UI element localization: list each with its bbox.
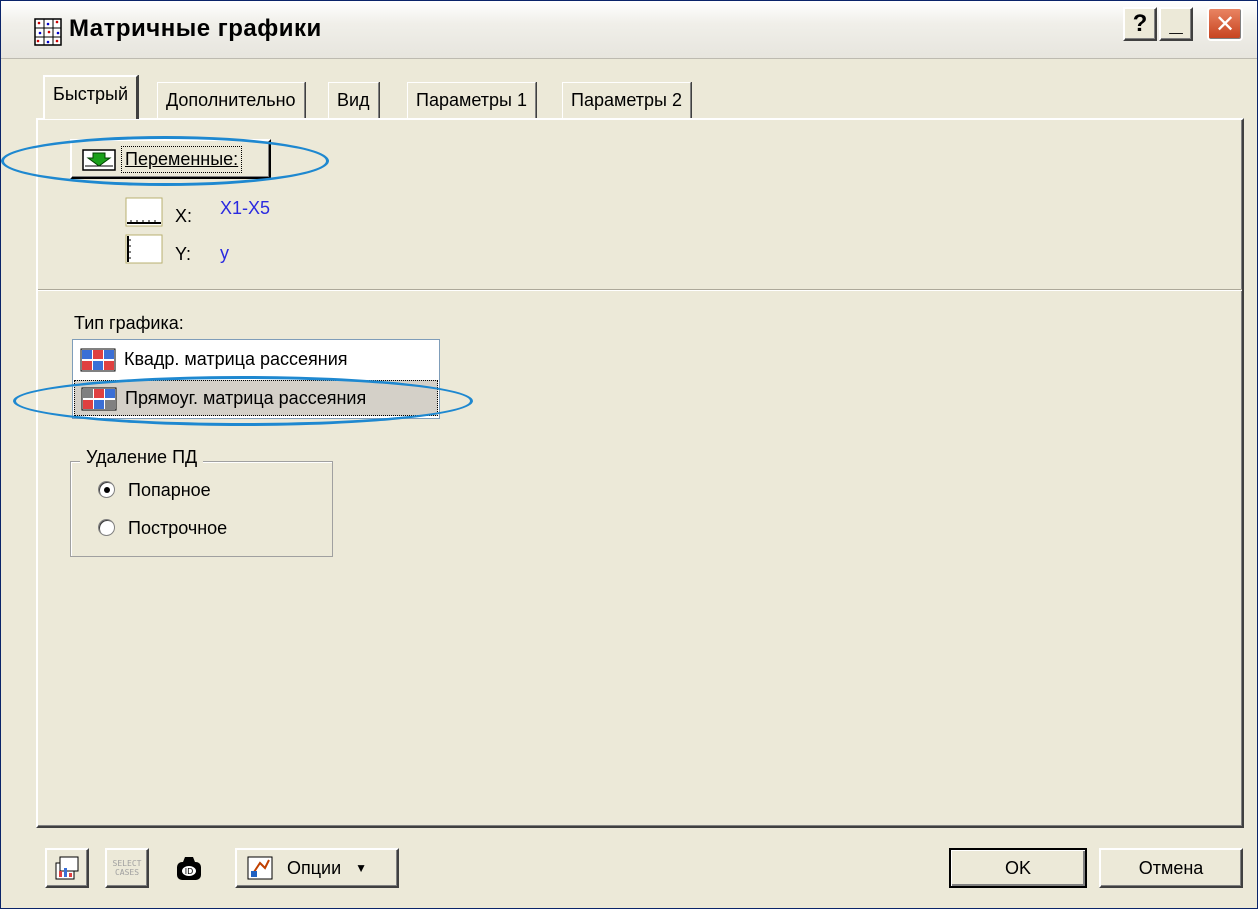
tab-quick[interactable]: Быстрый bbox=[43, 75, 138, 119]
ok-button[interactable]: OK bbox=[949, 848, 1087, 888]
matrix-graphs-dialog: Матричные графики ? _ ✕ Быстрый Дополнит… bbox=[0, 0, 1258, 909]
dropdown-arrow-icon: ▼ bbox=[355, 861, 368, 875]
radio-pairwise[interactable] bbox=[98, 481, 115, 498]
options-icon bbox=[247, 856, 273, 880]
graph-type-square-matrix[interactable]: Квадр. матрица рассеяния bbox=[74, 342, 438, 378]
select-cases-label: SELECT CASES bbox=[112, 859, 142, 877]
close-button[interactable]: ✕ bbox=[1207, 7, 1243, 41]
cancel-button[interactable]: Отмена bbox=[1099, 848, 1243, 888]
graph-type-square-label: Квадр. матрица рассеяния bbox=[124, 349, 348, 369]
variables-label: Переменные: bbox=[120, 146, 243, 173]
square-matrix-icon bbox=[80, 348, 116, 372]
graph-type-rect-matrix[interactable]: Прямоуг. матрица рассеяния bbox=[74, 380, 438, 416]
tab-advanced[interactable]: Дополнительно bbox=[157, 82, 305, 118]
matrix-plot-icon bbox=[34, 18, 62, 46]
radio-casewise-label[interactable]: Построчное bbox=[128, 518, 227, 539]
radio-casewise[interactable] bbox=[98, 519, 115, 536]
weight-icon: ID bbox=[177, 857, 201, 880]
minimize-button[interactable]: _ bbox=[1159, 7, 1193, 41]
x-value: X1-X5 bbox=[220, 198, 271, 218]
help-icon: ? bbox=[1132, 10, 1148, 37]
graph-type-list[interactable]: Квадр. матрица рассеяния Прямоуг. матриц… bbox=[72, 339, 440, 419]
y-label: Y: bbox=[175, 244, 192, 264]
x-axis-icon bbox=[125, 197, 163, 227]
select-cases-button[interactable]: SELECT CASES bbox=[105, 848, 149, 888]
options-button[interactable]: Опции ▼ bbox=[235, 848, 399, 888]
missing-data-title: Удаление ПД bbox=[80, 447, 204, 468]
tab-parameters-1[interactable]: Параметры 1 bbox=[407, 82, 536, 118]
help-button[interactable]: ? bbox=[1123, 7, 1157, 41]
rect-matrix-icon bbox=[81, 387, 117, 411]
separator bbox=[38, 289, 1242, 291]
y-axis-icon bbox=[125, 234, 163, 264]
weight-button[interactable]: ID bbox=[167, 848, 211, 888]
graph-type-rect-label: Прямоуг. матрица рассеяния bbox=[125, 388, 367, 408]
variables-button[interactable]: Переменные: bbox=[70, 139, 271, 179]
close-icon: ✕ bbox=[1214, 10, 1236, 38]
window-title: Матричные графики bbox=[69, 15, 322, 42]
y-value: y bbox=[220, 243, 229, 263]
tab-parameters-2[interactable]: Параметры 2 bbox=[562, 82, 691, 118]
radio-pairwise-label[interactable]: Попарное bbox=[128, 480, 211, 501]
minimize-icon: _ bbox=[1169, 10, 1183, 37]
x-label: X: bbox=[175, 206, 193, 226]
variables-icon bbox=[82, 149, 116, 171]
graph-type-label: Тип графика: bbox=[74, 313, 184, 333]
graph-gallery-button[interactable] bbox=[45, 848, 89, 888]
options-label: Опции bbox=[287, 857, 342, 878]
missing-data-group bbox=[70, 461, 333, 557]
graph-gallery-icon bbox=[55, 856, 79, 880]
title-bar[interactable]: Матричные графики ? _ ✕ bbox=[1, 1, 1257, 59]
svg-text:ID: ID bbox=[185, 867, 194, 876]
tab-view[interactable]: Вид bbox=[328, 82, 379, 118]
